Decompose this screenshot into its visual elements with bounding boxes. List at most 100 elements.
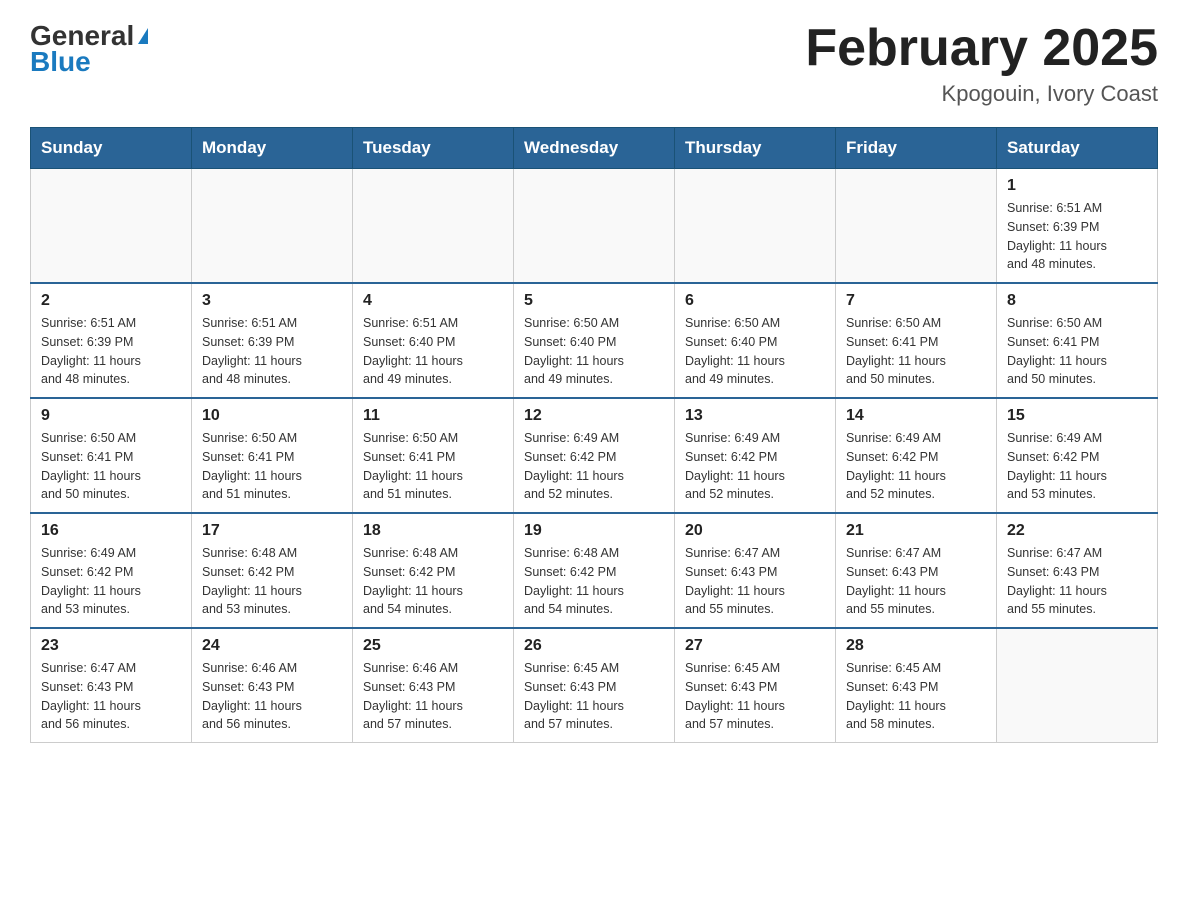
day-number: 26 [524,637,664,655]
calendar-day-cell: 24 Sunrise: 6:46 AM Sunset: 6:43 PM Dayli… [192,628,353,743]
day-info: Sunrise: 6:45 AM Sunset: 6:43 PM Dayligh… [685,659,825,734]
calendar-day-cell: 11 Sunrise: 6:50 AM Sunset: 6:41 PM Dayli… [353,398,514,513]
day-info: Sunrise: 6:49 AM Sunset: 6:42 PM Dayligh… [524,429,664,504]
day-number: 2 [41,292,181,310]
calendar-day-cell: 19 Sunrise: 6:48 AM Sunset: 6:42 PM Dayli… [514,513,675,628]
day-info: Sunrise: 6:51 AM Sunset: 6:39 PM Dayligh… [1007,199,1147,274]
month-title: February 2025 [805,20,1158,77]
calendar-day-cell: 12 Sunrise: 6:49 AM Sunset: 6:42 PM Dayli… [514,398,675,513]
day-number: 24 [202,637,342,655]
calendar-week-row: 2 Sunrise: 6:51 AM Sunset: 6:39 PM Daylig… [31,283,1158,398]
calendar-day-cell: 28 Sunrise: 6:45 AM Sunset: 6:43 PM Dayli… [836,628,997,743]
logo-blue-text: Blue [30,46,91,78]
day-info: Sunrise: 6:50 AM Sunset: 6:41 PM Dayligh… [41,429,181,504]
day-info: Sunrise: 6:50 AM Sunset: 6:41 PM Dayligh… [363,429,503,504]
calendar-day-cell: 4 Sunrise: 6:51 AM Sunset: 6:40 PM Daylig… [353,283,514,398]
calendar-day-cell: 18 Sunrise: 6:48 AM Sunset: 6:42 PM Dayli… [353,513,514,628]
day-info: Sunrise: 6:47 AM Sunset: 6:43 PM Dayligh… [846,544,986,619]
day-info: Sunrise: 6:51 AM Sunset: 6:40 PM Dayligh… [363,314,503,389]
calendar-day-cell: 16 Sunrise: 6:49 AM Sunset: 6:42 PM Dayli… [31,513,192,628]
day-info: Sunrise: 6:50 AM Sunset: 6:40 PM Dayligh… [524,314,664,389]
day-info: Sunrise: 6:49 AM Sunset: 6:42 PM Dayligh… [685,429,825,504]
day-info: Sunrise: 6:48 AM Sunset: 6:42 PM Dayligh… [202,544,342,619]
day-info: Sunrise: 6:50 AM Sunset: 6:41 PM Dayligh… [202,429,342,504]
day-number: 5 [524,292,664,310]
calendar-header-sunday: Sunday [31,128,192,169]
logo-triangle-icon [138,28,148,44]
day-info: Sunrise: 6:47 AM Sunset: 6:43 PM Dayligh… [685,544,825,619]
calendar-day-cell: 21 Sunrise: 6:47 AM Sunset: 6:43 PM Dayli… [836,513,997,628]
calendar-week-row: 16 Sunrise: 6:49 AM Sunset: 6:42 PM Dayli… [31,513,1158,628]
day-info: Sunrise: 6:48 AM Sunset: 6:42 PM Dayligh… [363,544,503,619]
calendar-day-cell: 3 Sunrise: 6:51 AM Sunset: 6:39 PM Daylig… [192,283,353,398]
calendar-day-cell: 9Sunrise: 6:50 AM Sunset: 6:41 PM Daylig… [31,398,192,513]
calendar-day-cell: 8Sunrise: 6:50 AM Sunset: 6:41 PM Daylig… [997,283,1158,398]
day-number: 8 [1007,292,1147,310]
day-info: Sunrise: 6:49 AM Sunset: 6:42 PM Dayligh… [846,429,986,504]
day-info: Sunrise: 6:46 AM Sunset: 6:43 PM Dayligh… [202,659,342,734]
logo: General Blue [30,20,148,78]
calendar-day-cell: 17 Sunrise: 6:48 AM Sunset: 6:42 PM Dayli… [192,513,353,628]
day-number: 6 [685,292,825,310]
day-number: 19 [524,522,664,540]
day-number: 11 [363,407,503,425]
day-number: 16 [41,522,181,540]
day-info: Sunrise: 6:45 AM Sunset: 6:43 PM Dayligh… [524,659,664,734]
calendar-day-cell: 26 Sunrise: 6:45 AM Sunset: 6:43 PM Dayli… [514,628,675,743]
calendar-day-cell: 15 Sunrise: 6:49 AM Sunset: 6:42 PM Dayli… [997,398,1158,513]
day-number: 21 [846,522,986,540]
day-number: 25 [363,637,503,655]
day-number: 27 [685,637,825,655]
day-number: 10 [202,407,342,425]
day-info: Sunrise: 6:45 AM Sunset: 6:43 PM Dayligh… [846,659,986,734]
day-number: 15 [1007,407,1147,425]
title-section: February 2025 Kpogouin, Ivory Coast [805,20,1158,107]
calendar-day-cell [836,169,997,284]
calendar-day-cell: 25 Sunrise: 6:46 AM Sunset: 6:43 PM Dayli… [353,628,514,743]
calendar-day-cell: 14 Sunrise: 6:49 AM Sunset: 6:42 PM Dayli… [836,398,997,513]
calendar-header-thursday: Thursday [675,128,836,169]
day-info: Sunrise: 6:49 AM Sunset: 6:42 PM Dayligh… [1007,429,1147,504]
day-info: Sunrise: 6:51 AM Sunset: 6:39 PM Dayligh… [41,314,181,389]
calendar-day-cell: 2 Sunrise: 6:51 AM Sunset: 6:39 PM Daylig… [31,283,192,398]
calendar-day-cell: 6 Sunrise: 6:50 AM Sunset: 6:40 PM Daylig… [675,283,836,398]
day-number: 4 [363,292,503,310]
day-number: 18 [363,522,503,540]
calendar-day-cell: 22 Sunrise: 6:47 AM Sunset: 6:43 PM Dayli… [997,513,1158,628]
day-info: Sunrise: 6:51 AM Sunset: 6:39 PM Dayligh… [202,314,342,389]
day-number: 22 [1007,522,1147,540]
calendar-week-row: 1 Sunrise: 6:51 AM Sunset: 6:39 PM Daylig… [31,169,1158,284]
day-number: 14 [846,407,986,425]
page-header: General Blue February 2025 Kpogouin, Ivo… [30,20,1158,107]
calendar-day-cell [514,169,675,284]
calendar-week-row: 23Sunrise: 6:47 AM Sunset: 6:43 PM Dayli… [31,628,1158,743]
day-number: 17 [202,522,342,540]
calendar-day-cell: 27 Sunrise: 6:45 AM Sunset: 6:43 PM Dayli… [675,628,836,743]
day-number: 23 [41,637,181,655]
calendar-header-friday: Friday [836,128,997,169]
day-number: 3 [202,292,342,310]
calendar-day-cell [192,169,353,284]
day-number: 28 [846,637,986,655]
calendar-day-cell [353,169,514,284]
calendar-day-cell: 13Sunrise: 6:49 AM Sunset: 6:42 PM Dayli… [675,398,836,513]
day-info: Sunrise: 6:50 AM Sunset: 6:40 PM Dayligh… [685,314,825,389]
day-number: 1 [1007,177,1147,195]
calendar-table: SundayMondayTuesdayWednesdayThursdayFrid… [30,127,1158,743]
calendar-header-saturday: Saturday [997,128,1158,169]
calendar-header-row: SundayMondayTuesdayWednesdayThursdayFrid… [31,128,1158,169]
calendar-day-cell: 23Sunrise: 6:47 AM Sunset: 6:43 PM Dayli… [31,628,192,743]
day-info: Sunrise: 6:47 AM Sunset: 6:43 PM Dayligh… [1007,544,1147,619]
day-info: Sunrise: 6:49 AM Sunset: 6:42 PM Dayligh… [41,544,181,619]
calendar-day-cell: 1 Sunrise: 6:51 AM Sunset: 6:39 PM Daylig… [997,169,1158,284]
day-info: Sunrise: 6:48 AM Sunset: 6:42 PM Dayligh… [524,544,664,619]
day-number: 7 [846,292,986,310]
day-number: 12 [524,407,664,425]
calendar-day-cell: 10 Sunrise: 6:50 AM Sunset: 6:41 PM Dayli… [192,398,353,513]
day-info: Sunrise: 6:46 AM Sunset: 6:43 PM Dayligh… [363,659,503,734]
location-text: Kpogouin, Ivory Coast [805,81,1158,107]
calendar-day-cell [675,169,836,284]
calendar-day-cell: 5 Sunrise: 6:50 AM Sunset: 6:40 PM Daylig… [514,283,675,398]
calendar-header-wednesday: Wednesday [514,128,675,169]
calendar-week-row: 9Sunrise: 6:50 AM Sunset: 6:41 PM Daylig… [31,398,1158,513]
